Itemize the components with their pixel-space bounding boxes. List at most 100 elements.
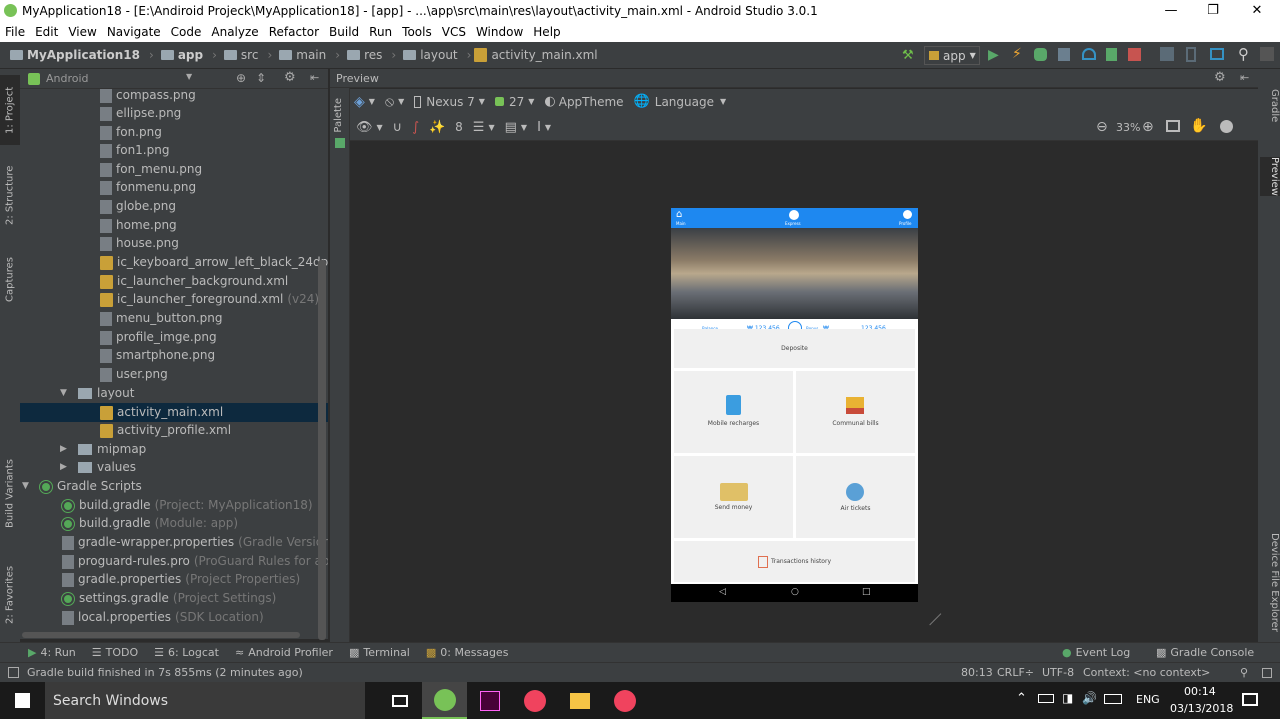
mobile-recharges-button[interactable]: Mobile recharges [674, 371, 793, 453]
lock-icon[interactable]: ⚲ [1240, 666, 1248, 679]
line-separator[interactable]: CRLF÷ [997, 666, 1034, 679]
tree-item[interactable]: proguard-rules.pro (ProGuard Rules for ap… [62, 552, 328, 571]
start-button[interactable] [0, 682, 45, 719]
tree-item[interactable]: fon.png [100, 123, 162, 142]
transactions-history-button[interactable]: Transactions history [674, 541, 915, 582]
task-view-button[interactable] [377, 682, 422, 719]
tree-item[interactable]: fon1.png [100, 141, 169, 160]
run-config-select[interactable]: app ▼ [924, 46, 980, 65]
action-center-icon[interactable] [1242, 693, 1258, 706]
menu-file[interactable]: File [0, 25, 30, 39]
tree-folder-mipmap[interactable]: ▶ mipmap [60, 440, 146, 459]
margin-value[interactable]: 8 [455, 120, 463, 134]
tab-event-log[interactable]: ● Event Log [1062, 646, 1130, 659]
tab-messages[interactable]: ▩ 0: Messages [426, 646, 509, 659]
clear-constraints-button[interactable]: ∫ [412, 120, 419, 135]
stop-icon[interactable] [1128, 48, 1141, 61]
tree-item[interactable]: build.gradle (Module: app) [62, 514, 238, 533]
menu-edit[interactable]: Edit [30, 25, 63, 39]
tree-item[interactable]: compass.png [100, 89, 196, 105]
tab-device-file-explorer[interactable]: Device File Explorer [1260, 533, 1280, 632]
sync-scroll-icon[interactable]: ⊕ [236, 71, 246, 85]
breadcrumb-project[interactable]: MyApplication18 [6, 48, 140, 62]
tree-horizontal-scrollbar[interactable] [22, 632, 300, 638]
tab-android-profiler[interactable]: ≈ Android Profiler [235, 646, 333, 659]
breadcrumb-app[interactable]: app [157, 48, 203, 62]
tree-scrollbar[interactable] [318, 260, 326, 640]
tab-run[interactable]: ▶ 4: Run [28, 646, 76, 659]
tree-gradle-scripts[interactable]: ▼ Gradle Scripts [22, 477, 142, 496]
menu-help[interactable]: Help [528, 25, 565, 39]
breadcrumb-src[interactable]: src [220, 48, 258, 62]
breadcrumb-main[interactable]: main [275, 48, 326, 62]
menu-build[interactable]: Build [324, 25, 364, 39]
volume-icon[interactable]: 🔊 [1082, 691, 1097, 705]
back-icon[interactable]: ◁ [719, 587, 726, 597]
layers-button[interactable]: ◈ ▼ [354, 94, 375, 110]
tab-gradle-console[interactable]: ▩ Gradle Console [1156, 646, 1254, 659]
wifi-icon[interactable]: ◨ [1062, 691, 1073, 705]
tree-item[interactable]: menu_button.png [100, 309, 223, 328]
extra-icon[interactable] [1260, 47, 1274, 61]
tree-folder-layout[interactable]: ▼ layout [60, 384, 134, 403]
notifications-icon[interactable] [1262, 668, 1272, 678]
infer-constraints-button[interactable]: ✨ [429, 120, 445, 135]
send-money-button[interactable]: Send money [674, 456, 793, 538]
tab-palette[interactable]: Palette [333, 98, 344, 133]
close-button[interactable]: ✕ [1234, 0, 1280, 22]
deposit-button[interactable]: Deposite [674, 329, 915, 368]
run-icon[interactable]: ▶ [988, 47, 999, 63]
chevron-down-icon[interactable]: ▼ [186, 72, 192, 81]
taskbar-app-pink-2[interactable] [602, 682, 647, 719]
file-encoding[interactable]: UTF-8 [1042, 666, 1074, 679]
avd-manager-icon[interactable] [1186, 47, 1196, 62]
user-icon[interactable] [903, 210, 912, 219]
api-select[interactable]: 27 ▼ [494, 95, 534, 109]
clock-date[interactable]: 03/13/2018 [1170, 702, 1233, 715]
debug-icon[interactable] [1034, 48, 1047, 61]
attach-icon[interactable] [1058, 48, 1070, 61]
maximize-button[interactable]: ❐ [1190, 0, 1236, 22]
communal-bills-button[interactable]: Communal bills [796, 371, 915, 453]
breadcrumb-file[interactable]: activity_main.xml [474, 48, 598, 62]
tree-item[interactable]: fonmenu.png [100, 178, 196, 197]
gear-icon[interactable]: ⚙ [1214, 70, 1226, 85]
profile-icon[interactable] [1082, 48, 1096, 60]
compass-icon[interactable] [789, 210, 799, 220]
taskbar-file-explorer[interactable] [557, 682, 602, 719]
tab-build-variants[interactable]: Build Variants [0, 449, 20, 539]
hammer-icon[interactable]: ⚒ [902, 48, 916, 63]
tab-project[interactable]: 1: Project [0, 75, 20, 145]
tree-item[interactable]: ic_launcher_background.xml [100, 272, 288, 291]
tree-item[interactable]: user.png [100, 365, 168, 384]
air-tickets-button[interactable]: Air tickets [796, 456, 915, 538]
tree-item[interactable]: settings.gradle (Project Settings) [62, 589, 276, 608]
align-button[interactable]: ▤ ▼ [505, 120, 527, 135]
taskbar-search[interactable]: Search Windows [45, 682, 365, 719]
collapse-icon[interactable]: ⇕ [256, 71, 266, 85]
pack-button[interactable]: ☰ ▼ [473, 120, 495, 135]
tab-captures[interactable]: Captures [0, 245, 20, 315]
recents-icon[interactable]: □ [862, 587, 871, 597]
tab-gradle[interactable]: Gradle [1260, 89, 1280, 122]
hide-icon[interactable]: ⇤ [310, 71, 319, 84]
search-icon[interactable]: ⚲ [1238, 45, 1249, 63]
tree-item[interactable]: gradle.properties (Project Properties) [62, 570, 300, 589]
home-icon[interactable]: ⌂ [676, 209, 682, 220]
tree-item[interactable]: build.gradle (Project: MyApplication18) [62, 496, 313, 515]
sdk-manager-icon[interactable] [1210, 48, 1224, 60]
keyboard-icon[interactable] [1104, 694, 1122, 704]
menu-window[interactable]: Window [471, 25, 528, 39]
menu-analyze[interactable]: Analyze [206, 25, 263, 39]
pan-icon[interactable]: ✋ [1190, 118, 1207, 134]
menu-view[interactable]: View [63, 25, 101, 39]
autoconnect-button[interactable]: ∪ [393, 120, 403, 135]
tree-item[interactable]: ellipse.png [100, 104, 181, 123]
device-select[interactable]: Nexus 7 ▼ [414, 95, 485, 109]
tab-todo[interactable]: ☰ TODO [92, 646, 138, 659]
menu-navigate[interactable]: Navigate [102, 25, 166, 39]
menu-run[interactable]: Run [364, 25, 397, 39]
tree-item[interactable]: ic_launcher_foreground.xml (v24) [100, 290, 319, 309]
tree-item[interactable]: gradle-wrapper.properties (Gradle Version… [62, 533, 328, 552]
caret-position[interactable]: 80:13 [961, 666, 993, 679]
